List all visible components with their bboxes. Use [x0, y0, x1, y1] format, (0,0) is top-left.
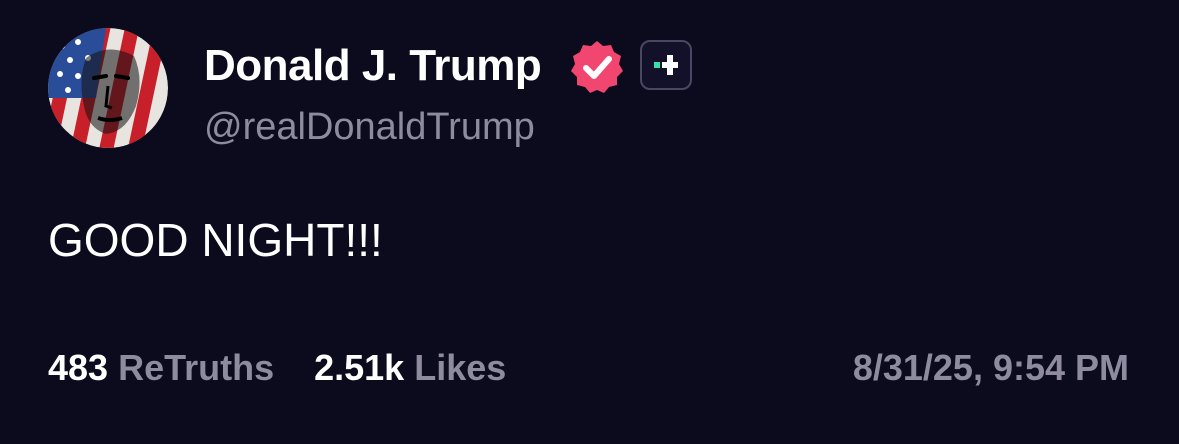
user-handle[interactable]: @realDonaldTrump [204, 104, 535, 150]
retruths-count: 483 [48, 347, 109, 388]
likes-count: 2.51k [314, 347, 405, 388]
display-name[interactable]: Donald J. Trump [204, 40, 542, 92]
verified-badge-icon [568, 38, 626, 96]
post-timestamp[interactable]: 8/31/25, 9:54 PM [853, 346, 1129, 390]
flag-portrait-avatar [48, 28, 168, 148]
post-stats: 483 ReTruths 2.51k Likes [48, 346, 506, 390]
retruths-stat[interactable]: 483 ReTruths [48, 346, 274, 390]
truth-post: Donald J. Trump @realDonaldTrump GOOD NI… [0, 0, 1179, 444]
avatar[interactable] [48, 28, 168, 148]
plus-badge-icon[interactable] [640, 40, 692, 90]
post-text: GOOD NIGHT!!! [48, 214, 383, 266]
likes-stat[interactable]: 2.51k Likes [314, 346, 506, 390]
likes-label: Likes [414, 347, 507, 388]
retruths-label: ReTruths [118, 347, 275, 388]
